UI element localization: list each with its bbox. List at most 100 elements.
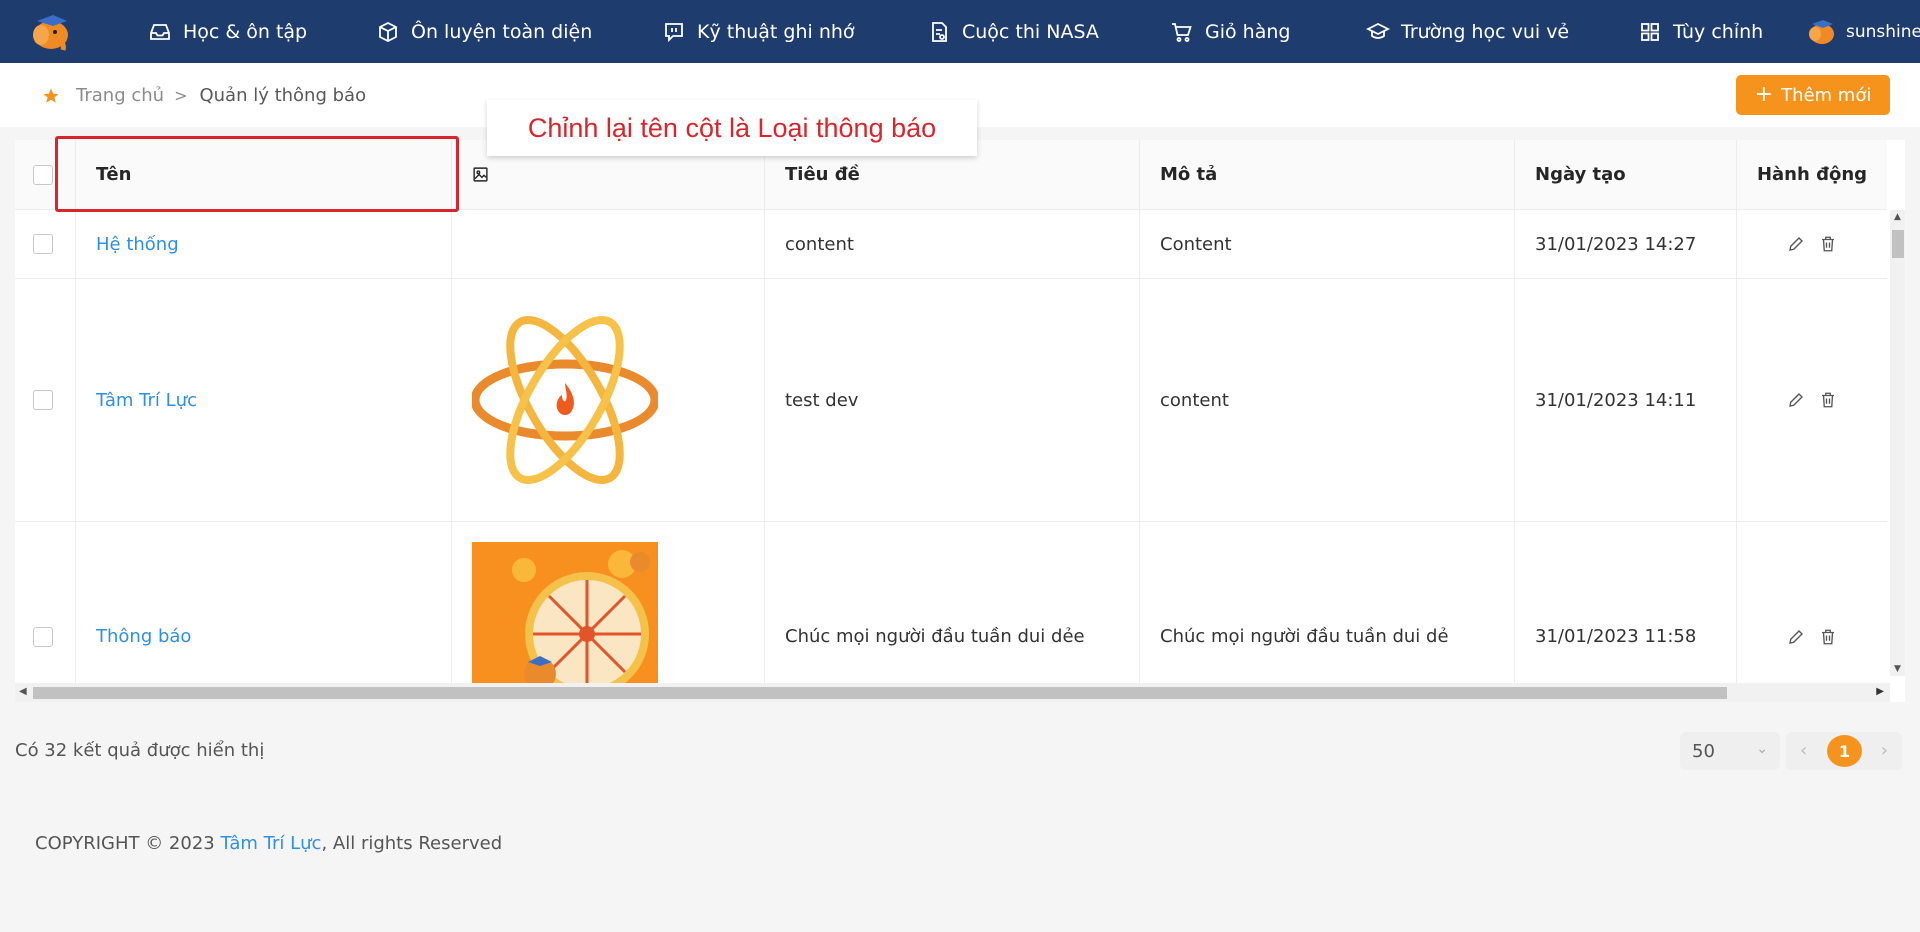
add-new-button[interactable]: + Thêm mới [1736,75,1890,115]
header-description[interactable]: Mô tả [1140,140,1515,209]
document-icon [932,21,947,42]
breadcrumb-current: Quản lý thông báo [199,85,367,106]
star-icon [43,88,59,103]
row-image [452,279,765,521]
grid-icon [1641,22,1659,41]
row-select [15,279,76,521]
box-icon [379,21,397,42]
name-link[interactable]: Thông báo [96,626,191,647]
row-select [15,522,76,702]
copyright-suffix: , All rights Reserved [321,833,503,854]
graduation-cap-icon [1366,22,1390,39]
top-navbar: Học & ôn tập Ôn luyện toàn diện Kỹ thuật… [0,0,1920,63]
pagination: ‹ 1 › [1786,732,1902,770]
row-actions [1737,210,1887,278]
row-title: test dev [765,279,1140,521]
nav-learn-review[interactable]: Học & ôn tập [148,0,307,63]
current-page[interactable]: 1 [1827,735,1862,767]
copyright-footer: COPYRIGHT © 2023 Tâm Trí Lực, All rights… [35,833,502,854]
brand-link[interactable]: Tâm Trí Lực [220,833,321,854]
row-checkbox[interactable] [33,390,53,410]
nav-label: Tùy chỉnh [1673,20,1764,43]
delete-icon[interactable] [1819,628,1837,646]
row-checkbox[interactable] [33,626,53,647]
add-new-label: Thêm mới [1781,84,1872,106]
delete-icon[interactable] [1819,391,1837,409]
table-row: Tâm Trí Lực test dev content 31/01/2023 … [15,279,1887,522]
breadcrumb-separator: > [174,86,188,105]
chevron-down-icon: ⌄ [1756,741,1768,757]
row-created-date: 31/01/2023 14:11 [1515,279,1737,521]
edit-icon[interactable] [1787,628,1805,646]
scroll-right-arrow-icon[interactable]: ▶ [1876,686,1884,697]
nav-label: Học & ôn tập [183,20,308,43]
avatar [1809,19,1834,44]
chat-icon [665,22,683,42]
lucky-wheel-image [472,542,658,702]
row-image [452,522,765,702]
table-row: Thông báo Chúc mọi người đầu tuần dui dẻ… [15,522,1887,702]
row-image [452,210,765,278]
horizontal-scrollbar[interactable]: ◀ ▶ [15,683,1890,702]
delete-icon[interactable] [1819,235,1837,253]
edit-icon[interactable] [1787,391,1805,409]
row-name: Thông báo [76,522,452,702]
vertical-scroll-thumb[interactable] [1892,230,1904,258]
nav-label: Ôn luyện toàn diện [411,20,593,43]
nav-label: Cuộc thi NASA [962,20,1099,43]
result-count: Có 32 kết quả được hiển thị [15,740,265,761]
image-icon [473,167,488,182]
row-description: content [1140,279,1515,521]
row-name: Tâm Trí Lực [76,279,452,521]
select-all-checkbox[interactable] [33,164,53,185]
nav-customize[interactable]: Tùy chỉnh [1638,0,1763,63]
nav-cart[interactable]: Giỏ hàng [1170,0,1290,63]
copyright-prefix: COPYRIGHT © 2023 [35,833,221,854]
user-menu[interactable]: sunshine [1806,0,1920,63]
cart-icon [1172,22,1192,42]
edit-icon[interactable] [1787,235,1805,253]
nav-label: Trường học vui vẻ [1401,20,1570,43]
nav-comprehensive-practice[interactable]: Ôn luyện toàn diện [376,0,592,63]
scroll-left-arrow-icon[interactable]: ◀ [19,686,27,697]
name-link[interactable]: Tâm Trí Lực [96,390,197,411]
row-select [15,210,76,278]
page-size-value: 50 [1692,740,1715,762]
row-description: Chúc mọi người đầu tuần dui dẻ [1140,522,1515,702]
table-row: Hệ thống content Content 31/01/2023 14:2… [15,210,1887,279]
scroll-up-arrow-icon[interactable]: ▲ [1894,212,1901,222]
row-checkbox[interactable] [33,234,53,254]
page-size-select[interactable]: 50 ⌄ [1680,732,1780,770]
nav-nasa-contest[interactable]: Cuộc thi NASA [927,0,1099,63]
annotation-callout: Chỉnh lại tên cột là Loại thông báo [487,100,977,156]
row-actions [1737,279,1887,521]
elephant-logo-icon[interactable] [27,13,71,51]
row-description: Content [1140,210,1515,278]
nav-memory-technique[interactable]: Kỹ thuật ghi nhớ [662,0,855,63]
chevron-left-icon[interactable]: ‹ [1800,740,1807,761]
breadcrumb-home[interactable]: Trang chủ [76,85,164,106]
row-created-date: 31/01/2023 11:58 [1515,522,1737,702]
header-created-date[interactable]: Ngày tạo [1515,140,1737,209]
chevron-right-icon[interactable]: › [1881,740,1888,761]
row-created-date: 31/01/2023 14:27 [1515,210,1737,278]
annotation-highlight-box [55,136,459,212]
scroll-down-arrow-icon[interactable]: ▼ [1894,664,1901,674]
vertical-scrollbar[interactable]: ▲ ▼ [1890,210,1905,676]
nav-label: Giỏ hàng [1205,20,1291,43]
row-title: Chúc mọi người đầu tuần dui dẻe [765,522,1140,702]
name-link[interactable]: Hệ thống [96,234,179,255]
header-actions: Hành động [1756,164,1868,185]
nav-label: Kỹ thuật ghi nhớ [697,20,855,43]
breadcrumb: Trang chủ > Quản lý thông báo [42,85,366,106]
horizontal-scroll-thumb[interactable] [33,687,1727,699]
nav-happy-school[interactable]: Trường học vui vẻ [1366,0,1569,63]
row-name: Hệ thống [76,210,452,278]
inbox-icon [150,23,170,40]
atom-flame-image [472,316,658,484]
username: sunshine [1846,21,1920,42]
notification-table: Tên Tiêu đề Mô tả Ngày tạo Hành động Hệ … [15,140,1905,702]
row-actions [1737,522,1887,702]
row-title: content [765,210,1140,278]
plus-icon: + [1754,82,1774,107]
